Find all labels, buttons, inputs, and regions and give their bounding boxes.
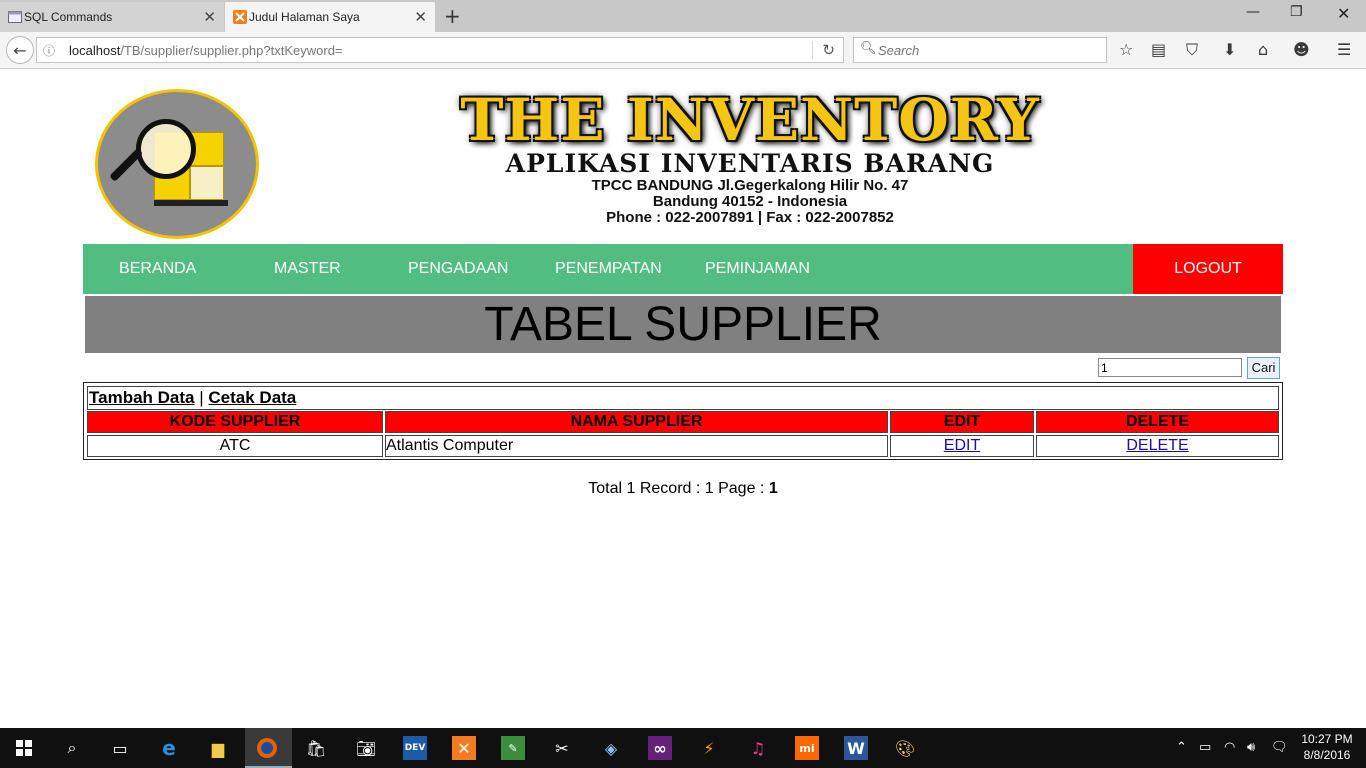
wifi-icon[interactable]: ◠: [1224, 740, 1235, 755]
sublime-icon[interactable]: ⚡: [697, 736, 721, 760]
browser-toolbar: ← ⓘ localhost/TB/supplier/supplier.php?t…: [0, 32, 1366, 69]
menu-item-beranda[interactable]: BERANDA: [119, 260, 196, 278]
task-view-icon[interactable]: ▭: [108, 736, 132, 760]
record-summary: Total 1 Record : 1 Page :: [588, 480, 769, 497]
search-icon: 🔍︎: [860, 41, 877, 56]
header-edit: EDIT: [890, 411, 1034, 433]
menu-item-peminjaman[interactable]: PEMINJAMAN: [705, 260, 810, 278]
search-button[interactable]: Cari: [1247, 357, 1280, 379]
separator: |: [199, 388, 204, 407]
visual-studio-icon[interactable]: ∞: [648, 736, 672, 760]
taskbar-clock[interactable]: 10:27 PM 8/8/2016: [1298, 731, 1356, 763]
keyword-search-input[interactable]: [1098, 358, 1242, 377]
notification-icon[interactable]: 🗨︎: [1271, 740, 1288, 755]
paint-icon[interactable]: 🎨︎: [893, 736, 917, 760]
xampp-icon[interactable]: ✕: [452, 736, 476, 760]
page-icon: [8, 11, 22, 23]
logo-box: [190, 166, 224, 200]
tab-judul-halaman[interactable]: Judul Halaman Saya ✕: [225, 2, 435, 32]
pocket-icon[interactable]: ⛉: [1186, 40, 1198, 60]
xampp-icon: [233, 10, 247, 24]
menu-item-penempatan[interactable]: PENEMPATAN: [555, 260, 662, 278]
itunes-icon[interactable]: ♫: [746, 736, 770, 760]
logo-pallet: [154, 200, 228, 206]
tab-sql-commands[interactable]: SQL Commands ✕: [0, 2, 224, 32]
menu-item-master[interactable]: MASTER: [274, 260, 341, 278]
mi-icon[interactable]: mi: [795, 736, 819, 760]
clock-date: 8/8/2016: [1303, 748, 1351, 762]
page-title: TABEL SUPPLIER: [85, 296, 1281, 353]
print-data-link[interactable]: Cetak Data: [208, 388, 296, 407]
store-icon[interactable]: 🛍︎: [304, 736, 328, 760]
address-line: TPCC BANDUNG Jl.Gegerkalong Hilir No. 47: [591, 177, 909, 194]
browser-tab-strip: SQL Commands ✕ Judul Halaman Saya ✕ + — …: [0, 0, 1366, 32]
back-arrow-icon[interactable]: ←: [6, 36, 34, 64]
tools-icon[interactable]: ✂: [550, 736, 574, 760]
clock-time: 10:27 PM: [1301, 732, 1353, 746]
address-bar[interactable]: ⓘ localhost/TB/supplier/supplier.php?txt…: [36, 37, 844, 63]
magnifier-icon: [136, 119, 196, 179]
file-explorer-icon[interactable]: ▆: [206, 736, 230, 760]
logout-button[interactable]: LOGOUT: [1133, 244, 1283, 294]
reading-list-icon[interactable]: ▤: [1151, 40, 1166, 59]
tab-title: SQL Commands: [24, 10, 113, 24]
table-actions-row: Tambah Data | Cetak Data: [87, 386, 1279, 410]
header-nama-supplier: NAMA SUPPLIER: [385, 411, 888, 433]
chevron-up-icon[interactable]: ⌃: [1176, 740, 1187, 755]
delete-link[interactable]: DELETE: [1126, 437, 1188, 454]
hamburger-menu-icon[interactable]: ☰: [1337, 40, 1351, 59]
supplier-table: Tambah Data | Cetak Data KODE SUPPLIER N…: [83, 382, 1283, 460]
notepad-icon[interactable]: ✎: [501, 736, 525, 760]
edit-link[interactable]: EDIT: [944, 437, 980, 454]
reload-icon[interactable]: ↻: [822, 41, 835, 59]
pagination-info: Total 1 Record : 1 Page : 1: [0, 480, 1366, 498]
cell-kode: ATC: [87, 435, 383, 457]
devcpp-icon[interactable]: DEV: [403, 736, 427, 760]
new-tab-icon[interactable]: +: [444, 4, 461, 28]
edge-icon[interactable]: e: [157, 736, 181, 760]
close-tab-icon[interactable]: ✕: [203, 8, 216, 26]
cell-edit: EDIT: [890, 435, 1034, 457]
tab-title: Judul Halaman Saya: [249, 10, 360, 24]
page-number[interactable]: 1: [769, 480, 778, 497]
virtualbox-icon[interactable]: ◈: [599, 736, 623, 760]
header-delete: DELETE: [1036, 411, 1279, 433]
site-title: THE INVENTORY: [460, 86, 1040, 154]
camera-icon[interactable]: 📷︎: [354, 736, 378, 760]
menu-item-pengadaan[interactable]: PENGADAAN: [408, 260, 508, 278]
url-text: localhost/TB/supplier/supplier.php?txtKe…: [69, 43, 343, 58]
search-icon[interactable]: ⌕: [60, 736, 84, 760]
firefox-icon[interactable]: [255, 736, 279, 760]
add-data-link[interactable]: Tambah Data: [89, 388, 195, 407]
site-subtitle: APLIKASI INVENTARIS BARANG: [505, 149, 995, 178]
main-menu: BERANDA MASTER PENGADAAN PENEMPATAN PEMI…: [83, 244, 1283, 294]
download-icon[interactable]: ⬇: [1223, 40, 1236, 59]
smiley-icon[interactable]: ☻: [1293, 40, 1310, 59]
header-kode-supplier: KODE SUPPLIER: [87, 411, 383, 433]
restore-icon[interactable]: ❐: [1290, 4, 1303, 20]
browser-search-box[interactable]: 🔍︎: [853, 37, 1107, 63]
bookmark-star-icon[interactable]: ☆: [1119, 40, 1133, 59]
battery-icon[interactable]: ▭: [1199, 740, 1211, 755]
close-window-icon[interactable]: ✕: [1337, 4, 1350, 23]
windows-taskbar: ⌕ ▭ e ▆ 🛍︎ 📷︎ DEV ✕ ✎ ✂ ◈ ∞ ⚡ ♫ mi W 🎨︎ …: [0, 728, 1366, 768]
cell-nama: Atlantis Computer: [385, 435, 888, 457]
address-line: Bandung 40152 - Indonesia: [652, 193, 848, 210]
contact-line: Phone : 022-2007891 | Fax : 022-2007852: [606, 209, 894, 226]
cell-delete: DELETE: [1036, 435, 1279, 457]
url-path: /TB/supplier/supplier.php?txtKeyword=: [120, 43, 343, 58]
url-host: localhost: [69, 43, 121, 58]
magnifier-handle: [109, 147, 144, 182]
word-icon[interactable]: W: [844, 736, 868, 760]
windows-start-icon[interactable]: [16, 740, 32, 756]
close-tab-icon[interactable]: ✕: [414, 8, 427, 26]
divider: [812, 41, 813, 59]
minimize-icon[interactable]: —: [1246, 4, 1260, 20]
browser-search-input[interactable]: [878, 41, 1098, 59]
site-header: THE INVENTORY APLIKASI INVENTARIS BARANG…: [420, 88, 1080, 226]
inventory-logo: [95, 89, 259, 239]
info-icon[interactable]: ⓘ: [43, 42, 55, 59]
home-icon[interactable]: ⌂: [1258, 40, 1268, 59]
volume-icon[interactable]: 🔊︎: [1247, 740, 1255, 755]
